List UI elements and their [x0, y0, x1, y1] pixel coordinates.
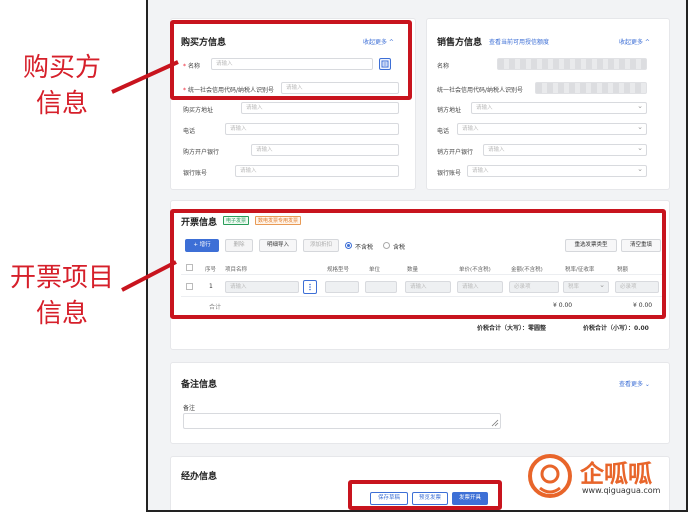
- seller-collapse-link[interactable]: 收起更多 ^: [619, 37, 650, 46]
- watermark-url: www.qiguagua.com: [582, 486, 661, 495]
- buyer-phone-label: 电话: [183, 128, 196, 135]
- remark-label: 备注: [183, 405, 196, 412]
- buyer-bank-label: 购方开户银行: [183, 149, 220, 156]
- remark-textarea[interactable]: [183, 413, 501, 429]
- buyer-address-label: 购买方地址: [183, 107, 214, 114]
- remark-more-link[interactable]: 查看更多 ⌄: [619, 379, 650, 388]
- seller-title: 销售方信息: [437, 38, 483, 48]
- buyer-phone-input[interactable]: 请输入: [225, 123, 399, 135]
- buyer-address-input[interactable]: 请输入: [241, 102, 399, 114]
- watermark: 企呱呱 www.qiguagua.com: [526, 448, 686, 504]
- annotation-items: 开票项目 信息: [0, 260, 124, 332]
- remark-title: 备注信息: [181, 380, 218, 390]
- buyer-account-input[interactable]: 请输入: [235, 165, 399, 177]
- annotation-buyer-line2: 信息: [35, 89, 88, 119]
- seller-phone-select[interactable]: 请输入: [457, 123, 647, 135]
- handler-title: 经办信息: [181, 472, 218, 482]
- resize-handle-icon: [491, 419, 499, 427]
- buyer-bank-input[interactable]: 请输入: [251, 144, 399, 156]
- annotation-items-line2: 信息: [35, 299, 88, 329]
- seller-account-label: 银行账号: [437, 170, 462, 177]
- seller-bank-select[interactable]: 请输入: [483, 144, 647, 156]
- seller-tax-value: [535, 82, 647, 94]
- total-upper: 价税合计（大写）：零圆整: [477, 325, 547, 332]
- seller-address-select[interactable]: 请输入: [471, 102, 647, 114]
- annotation-items-line1: 开票项目: [9, 263, 114, 293]
- seller-phone-label: 电话: [437, 128, 450, 135]
- save-draft-button[interactable]: 保存草稿: [370, 492, 408, 505]
- brand-logo-icon: [528, 454, 572, 498]
- highlight-buyer: [170, 20, 412, 100]
- seller-address-label: 销方地址: [437, 107, 462, 114]
- seller-name-label: 名称: [437, 63, 450, 70]
- highlight-items: [170, 209, 666, 319]
- seller-account-select[interactable]: 请输入: [467, 165, 647, 177]
- remark-card: 备注信息 查看更多 ⌄ 备注: [170, 362, 670, 444]
- buyer-account-label: 银行账号: [183, 170, 208, 177]
- preview-invoice-button[interactable]: 预览发票: [412, 492, 448, 505]
- total-lower: 价税合计（小写）：0.00: [583, 325, 649, 332]
- seller-name-value: [497, 58, 647, 70]
- annotation-buyer: 购买方 信息: [2, 50, 122, 122]
- seller-tax-label: 统一社会信用代码/纳税人识别号: [437, 87, 524, 94]
- issue-invoice-button[interactable]: 发票开具: [452, 492, 488, 505]
- seller-credit-link[interactable]: 查看当前可用授信额度: [489, 37, 549, 46]
- seller-card: 销售方信息 查看当前可用授信额度 收起更多 ^ 名称 统一社会信用代码/纳税人识…: [426, 18, 670, 190]
- seller-bank-label: 销方开户银行: [437, 149, 474, 156]
- annotation-buyer-line1: 购买方: [22, 53, 101, 83]
- watermark-brand: 企呱呱: [580, 460, 652, 488]
